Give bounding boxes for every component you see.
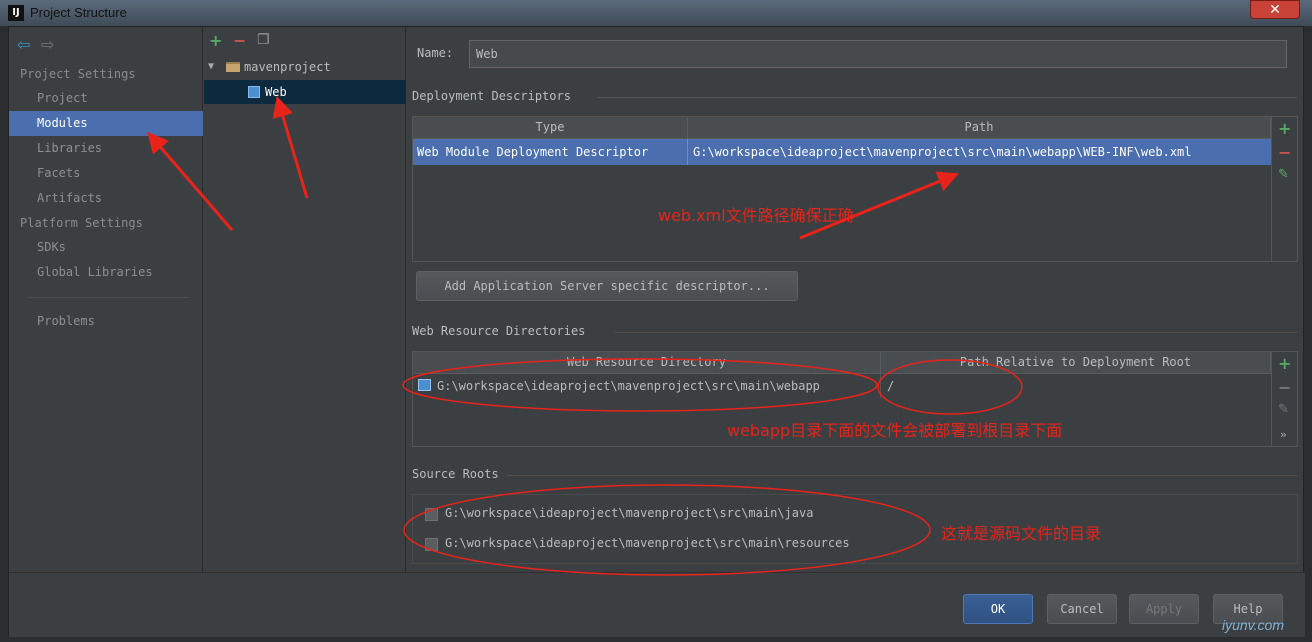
source-root-resources: G:\workspace\ideaproject\mavenproject\sr…	[445, 536, 850, 550]
edit-resource-icon[interactable]: ✎	[1278, 402, 1289, 417]
intellij-icon: IJ	[8, 5, 24, 21]
annotation-webxml: web.xml文件路径确保正确	[658, 206, 854, 225]
facet-name-field[interactable]: Web	[469, 40, 1287, 68]
resource-directory-cell: G:\workspace\ideaproject\mavenproject\sr…	[437, 379, 820, 393]
watermark: iyunv.com	[1222, 617, 1284, 633]
add-descriptor-icon[interactable]: +	[1278, 119, 1291, 138]
nav-item-facets[interactable]: Facets	[9, 161, 203, 186]
source-root-java: G:\workspace\ideaproject\mavenproject\sr…	[445, 506, 814, 520]
descriptor-path-cell: G:\workspace\ideaproject\mavenproject\sr…	[693, 145, 1192, 159]
source-roots-list: G:\workspace\ideaproject\mavenproject\sr…	[412, 494, 1298, 564]
project-settings-heading: Project Settings	[20, 67, 136, 81]
module-folder-icon	[226, 62, 240, 72]
more-icon[interactable]: »	[1280, 428, 1287, 441]
platform-settings-heading: Platform Settings	[20, 216, 143, 230]
nav-separator	[29, 297, 189, 298]
forward-arrow-icon[interactable]: ⇨	[41, 35, 54, 54]
column-header-web-resource-directory[interactable]: Web Resource Directory	[413, 352, 881, 374]
add-resource-icon[interactable]: +	[1278, 354, 1291, 373]
web-facet-icon	[248, 86, 260, 98]
descriptor-type-cell: Web Module Deployment Descriptor	[417, 145, 649, 159]
expand-arrow-icon[interactable]: ▼	[208, 55, 214, 79]
title-bar: IJ Project Structure	[0, 0, 1312, 26]
resource-toolbar: + − ✎ »	[1272, 351, 1298, 447]
tree-row-web[interactable]: Web	[204, 80, 406, 104]
facet-settings-panel: Name: Web Deployment Descriptors Type Pa…	[407, 27, 1305, 572]
annotation-source: 这就是源码文件的目录	[941, 524, 1102, 543]
column-header-path[interactable]: Path	[688, 117, 1271, 139]
column-header-relative-path[interactable]: Path Relative to Deployment Root	[881, 352, 1271, 374]
source-root-checkbox-resources[interactable]	[425, 538, 438, 551]
cell-divider	[687, 139, 688, 165]
dialog-footer: OK Cancel Apply Help	[9, 572, 1305, 637]
section-divider	[597, 97, 1297, 98]
project-structure-dialog: ⇦ ⇨ Project Settings Project Modules Lib…	[8, 26, 1305, 637]
remove-resource-icon[interactable]: −	[1278, 378, 1291, 397]
tree-label-web: Web	[265, 85, 287, 99]
edit-descriptor-icon[interactable]: ✎	[1278, 167, 1289, 182]
apply-button[interactable]: Apply	[1129, 594, 1199, 624]
add-server-descriptor-button[interactable]: Add Application Server specific descript…	[416, 271, 798, 301]
section-divider	[507, 475, 1297, 476]
tree-label-mavenproject: mavenproject	[244, 60, 331, 74]
descriptor-toolbar: + − ✎	[1272, 116, 1298, 262]
window-title: Project Structure	[30, 5, 127, 20]
add-icon[interactable]: +	[209, 31, 222, 50]
module-tree-panel: + − ❐ ▼ mavenproject Web	[204, 27, 406, 572]
source-root-checkbox-java[interactable]	[425, 508, 438, 521]
deployment-descriptors-table: Type Path Web Module Deployment Descript…	[412, 116, 1272, 262]
nav-item-global-libraries[interactable]: Global Libraries	[9, 260, 203, 285]
nav-item-project[interactable]: Project	[9, 86, 203, 111]
annotation-webapp: webapp目录下面的文件会被部署到根目录下面	[727, 421, 1063, 440]
column-header-type[interactable]: Type	[413, 117, 688, 139]
copy-icon[interactable]: ❐	[257, 32, 270, 48]
web-resource-title: Web Resource Directories	[412, 324, 586, 338]
nav-item-problems[interactable]: Problems	[9, 309, 203, 334]
settings-nav: ⇦ ⇨ Project Settings Project Modules Lib…	[9, 27, 203, 572]
web-folder-icon	[418, 379, 431, 391]
deployment-descriptors-title: Deployment Descriptors	[412, 89, 571, 103]
nav-item-artifacts[interactable]: Artifacts	[9, 186, 203, 211]
nav-item-libraries[interactable]: Libraries	[9, 136, 203, 161]
section-divider	[615, 332, 1297, 333]
tree-row-mavenproject[interactable]: ▼ mavenproject	[204, 55, 406, 79]
close-window-button[interactable]: ✕	[1250, 0, 1300, 19]
cell-divider	[880, 374, 881, 398]
nav-item-sdks[interactable]: SDKs	[9, 235, 203, 260]
cancel-button[interactable]: Cancel	[1047, 594, 1117, 624]
table-row[interactable]: Web Module Deployment Descriptor G:\work…	[413, 139, 1271, 165]
nav-item-modules[interactable]: Modules	[9, 111, 203, 136]
remove-descriptor-icon[interactable]: −	[1278, 143, 1291, 162]
relative-path-cell: /	[887, 379, 895, 393]
name-label: Name:	[417, 46, 454, 60]
remove-icon[interactable]: −	[233, 31, 246, 50]
ok-button[interactable]: OK	[963, 594, 1033, 624]
source-roots-title: Source Roots	[412, 467, 499, 481]
back-arrow-icon[interactable]: ⇦	[17, 35, 30, 54]
table-row[interactable]: G:\workspace\ideaproject\mavenproject\sr…	[413, 374, 1271, 398]
